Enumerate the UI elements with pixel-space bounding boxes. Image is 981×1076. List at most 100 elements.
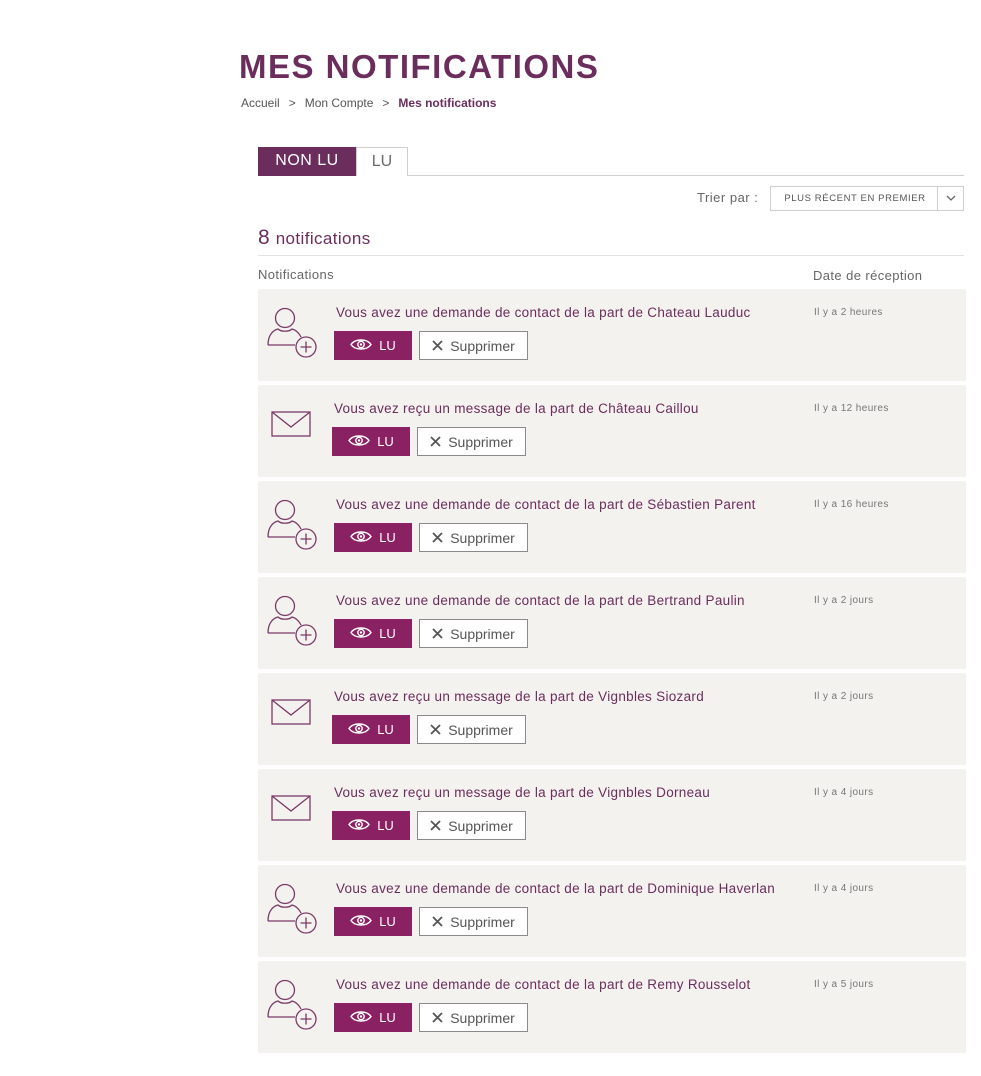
notification-row: Vous avez reçu un message de la part de … [258, 385, 966, 477]
notification-date: Il y a 2 heures [814, 307, 883, 318]
notification-list: Vous avez une demande de contact de la p… [258, 289, 966, 1057]
breadcrumb-home[interactable]: Accueil [241, 96, 280, 110]
breadcrumb: Accueil > Mon Compte > Mes notifications [241, 96, 496, 110]
notification-row: Vous avez une demande de contact de la p… [258, 865, 966, 957]
breadcrumb-current: Mes notifications [398, 96, 497, 110]
notification-date: Il y a 16 heures [814, 499, 889, 510]
mark-read-button[interactable]: LU [332, 715, 410, 744]
notification-date: Il y a 4 jours [814, 883, 874, 894]
eye-icon [350, 1010, 373, 1026]
mark-read-button[interactable]: LU [334, 523, 412, 552]
delete-label: Supprimer [450, 625, 515, 642]
notification-row: Vous avez reçu un message de la part de … [258, 673, 966, 765]
column-header-date: Date de réception [813, 268, 923, 283]
close-icon [432, 530, 443, 546]
notification-date: Il y a 5 jours [814, 979, 874, 990]
sort-select[interactable]: PLUS RÉCENT EN PREMIER [770, 186, 964, 211]
mark-read-label: LU [379, 914, 396, 929]
delete-button[interactable]: Supprimer [417, 811, 526, 840]
notification-date: Il y a 2 jours [814, 691, 874, 702]
delete-label: Supprimer [450, 337, 515, 354]
notification-text: Vous avez une demande de contact de la p… [336, 497, 756, 512]
notification-count-label: notifications [275, 229, 371, 248]
notification-text: Vous avez une demande de contact de la p… [336, 881, 776, 896]
eye-icon [350, 914, 373, 930]
breadcrumb-separator: > [382, 96, 390, 110]
close-icon [432, 1010, 443, 1026]
tab-read[interactable]: LU [356, 147, 408, 176]
page-title: MES NOTIFICATIONS [239, 48, 600, 85]
notification-count-number: 8 [258, 226, 270, 249]
notification-text: Vous avez reçu un message de la part de … [334, 785, 711, 800]
mark-read-button[interactable]: LU [334, 619, 412, 648]
sort-label: Trier par : [697, 190, 759, 205]
notification-count: 8 notifications [258, 226, 964, 256]
user-add-icon [265, 593, 319, 649]
delete-label: Supprimer [448, 433, 513, 450]
close-icon [432, 626, 443, 642]
mark-read-label: LU [377, 434, 394, 449]
delete-button[interactable]: Supprimer [419, 907, 528, 936]
envelope-icon [268, 409, 314, 439]
notification-row: Vous avez une demande de contact de la p… [258, 289, 966, 381]
breadcrumb-account[interactable]: Mon Compte [305, 96, 374, 110]
delete-label: Supprimer [450, 1009, 515, 1026]
delete-button[interactable]: Supprimer [419, 619, 528, 648]
envelope-icon [268, 697, 314, 727]
mark-read-label: LU [377, 818, 394, 833]
notification-text: Vous avez une demande de contact de la p… [336, 593, 745, 608]
delete-button[interactable]: Supprimer [419, 523, 528, 552]
mark-read-label: LU [379, 338, 396, 353]
notification-text: Vous avez une demande de contact de la p… [336, 977, 751, 992]
notification-row: Vous avez une demande de contact de la p… [258, 481, 966, 573]
delete-label: Supprimer [450, 913, 515, 930]
eye-icon [350, 338, 373, 354]
mark-read-button[interactable]: LU [334, 907, 412, 936]
notification-row: Vous avez reçu un message de la part de … [258, 769, 966, 861]
delete-button[interactable]: Supprimer [417, 427, 526, 456]
eye-icon [348, 818, 371, 834]
close-icon [430, 818, 441, 834]
delete-label: Supprimer [450, 529, 515, 546]
notification-date: Il y a 2 jours [814, 595, 874, 606]
user-add-icon [265, 305, 319, 361]
mark-read-button[interactable]: LU [332, 427, 410, 456]
column-header-notifications: Notifications [258, 267, 335, 282]
delete-button[interactable]: Supprimer [419, 1003, 528, 1032]
chevron-down-icon [937, 187, 963, 210]
notification-text: Vous avez reçu un message de la part de … [334, 401, 699, 416]
tab-unread[interactable]: NON LU [258, 147, 356, 176]
user-add-icon [265, 497, 319, 553]
mark-read-label: LU [379, 1010, 396, 1025]
notification-row: Vous avez une demande de contact de la p… [258, 961, 966, 1053]
notification-row: Vous avez une demande de contact de la p… [258, 577, 966, 669]
eye-icon [350, 626, 373, 642]
notification-date: Il y a 12 heures [814, 403, 889, 414]
mark-read-button[interactable]: LU [334, 1003, 412, 1032]
notification-date: Il y a 4 jours [814, 787, 874, 798]
user-add-icon [265, 881, 319, 937]
eye-icon [348, 722, 371, 738]
tab-bar: NON LU LU [258, 147, 964, 176]
close-icon [432, 914, 443, 930]
delete-button[interactable]: Supprimer [419, 331, 528, 360]
mark-read-label: LU [379, 626, 396, 641]
delete-label: Supprimer [448, 721, 513, 738]
mark-read-label: LU [379, 530, 396, 545]
close-icon [432, 338, 443, 354]
mark-read-button[interactable]: LU [334, 331, 412, 360]
close-icon [430, 722, 441, 738]
envelope-icon [268, 793, 314, 823]
user-add-icon [265, 977, 319, 1033]
mark-read-label: LU [377, 722, 394, 737]
breadcrumb-separator: > [288, 96, 296, 110]
delete-button[interactable]: Supprimer [417, 715, 526, 744]
eye-icon [350, 530, 373, 546]
delete-label: Supprimer [448, 817, 513, 834]
notification-text: Vous avez une demande de contact de la p… [336, 305, 751, 320]
mark-read-button[interactable]: LU [332, 811, 410, 840]
sort-value: PLUS RÉCENT EN PREMIER [784, 193, 926, 204]
close-icon [430, 434, 441, 450]
notification-text: Vous avez reçu un message de la part de … [334, 689, 705, 704]
eye-icon [348, 434, 371, 450]
